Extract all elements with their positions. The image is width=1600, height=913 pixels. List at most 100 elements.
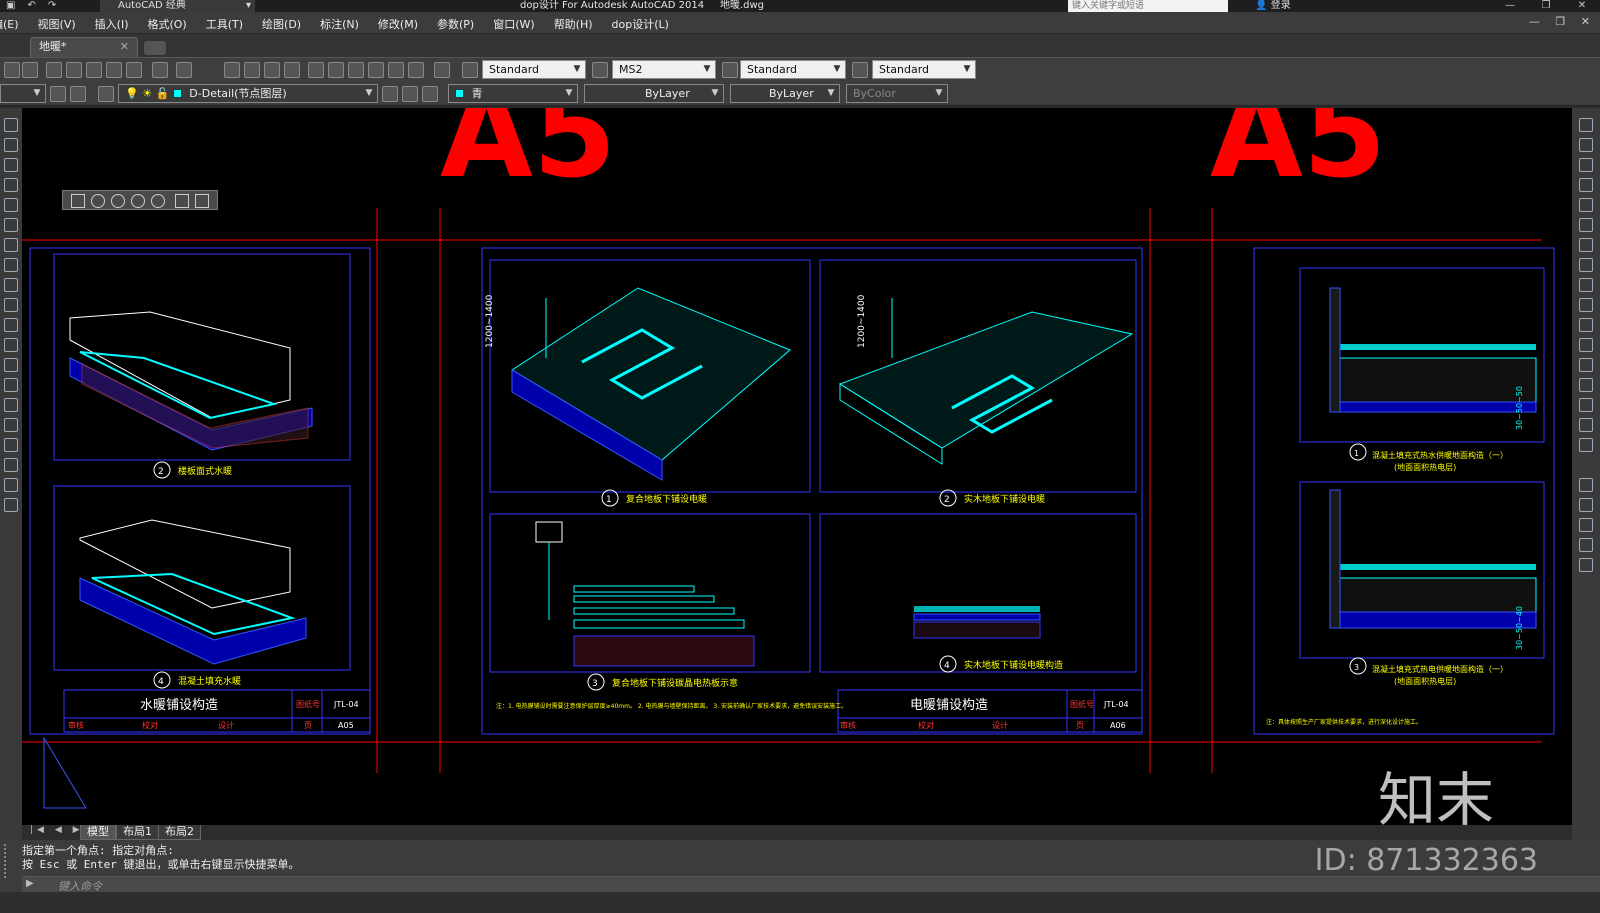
menu-view[interactable]: 视图(V): [38, 16, 76, 32]
tab-layout2[interactable]: 布局2: [158, 825, 201, 840]
join-icon[interactable]: [1579, 358, 1593, 372]
erase-icon[interactable]: [1579, 118, 1593, 132]
hatch-icon[interactable]: [4, 398, 18, 412]
text-front-icon[interactable]: [1579, 538, 1593, 552]
multileader-style-select[interactable]: Standard ▼: [872, 60, 976, 79]
login-button[interactable]: 👤 登录: [1255, 0, 1291, 12]
ellipse-icon[interactable]: [4, 298, 18, 312]
view-icon[interactable]: [131, 194, 145, 208]
sheet-set-icon[interactable]: [368, 62, 384, 78]
rectangle-icon[interactable]: [4, 198, 18, 212]
stretch-icon[interactable]: [1579, 278, 1593, 292]
menu-dop[interactable]: dop设计(L): [612, 16, 669, 32]
tab-layout1[interactable]: 布局1: [116, 825, 159, 840]
command-window-grip[interactable]: [4, 844, 18, 878]
copy-icon[interactable]: [66, 62, 82, 78]
gear-icon[interactable]: [50, 86, 66, 102]
search-input[interactable]: 键入关键字或短语: [1068, 0, 1228, 12]
close-icon[interactable]: ✕: [120, 38, 129, 56]
move-icon[interactable]: [1579, 218, 1593, 232]
command-input[interactable]: ▶ 键入命令: [22, 876, 1600, 893]
tab-model[interactable]: 模型: [80, 825, 116, 840]
calculator-icon[interactable]: [408, 62, 424, 78]
open-icon[interactable]: [22, 62, 38, 78]
properties-icon[interactable]: [308, 62, 324, 78]
menu-window[interactable]: 窗口(W): [493, 16, 534, 32]
menu-parametric[interactable]: 参数(P): [437, 16, 474, 32]
polyline-icon[interactable]: [4, 158, 18, 172]
view-select[interactable]: ▼: [0, 84, 46, 103]
explode-icon[interactable]: [1579, 438, 1593, 452]
construction-line-icon[interactable]: [4, 138, 18, 152]
revision-cloud-icon[interactable]: [4, 258, 18, 272]
offset-icon[interactable]: [1579, 178, 1593, 192]
break-icon[interactable]: [1579, 338, 1593, 352]
draworder-icon[interactable]: [1579, 478, 1593, 492]
maximize-button[interactable]: ❐: [1528, 0, 1564, 12]
text-style-select[interactable]: Standard ▼: [482, 60, 586, 79]
make-current-icon[interactable]: [382, 86, 398, 102]
tab-document[interactable]: 地暖* ✕: [30, 37, 138, 57]
help-icon[interactable]: [434, 62, 450, 78]
line-icon[interactable]: [4, 118, 18, 132]
close-button[interactable]: ✕: [1564, 0, 1600, 12]
command-prompt-icon[interactable]: ▶: [26, 878, 34, 889]
menu-edit[interactable]: 编(E): [0, 16, 19, 32]
lineweight-select[interactable]: ByLayer ▼: [730, 84, 840, 103]
ellipse-arc-icon[interactable]: [4, 318, 18, 332]
dim-style-select[interactable]: MS2 ▼: [612, 60, 716, 79]
zoom-previous-icon[interactable]: [284, 62, 300, 78]
point-icon[interactable]: [4, 378, 18, 392]
new-tab-button[interactable]: [144, 41, 166, 55]
insert-block-icon[interactable]: [4, 338, 18, 352]
drawing-canvas[interactable]: A5 A5 2 楼板面式水暖 4 混凝土填充水暖 水暖铺设构造 图纸号 JTL-…: [22, 108, 1572, 840]
polygon-icon[interactable]: [4, 178, 18, 192]
table-icon[interactable]: [4, 458, 18, 472]
redo-icon[interactable]: [176, 62, 192, 78]
color-select[interactable]: 青 ▼: [448, 84, 578, 103]
table-style-select[interactable]: Standard ▼: [740, 60, 846, 79]
view-icon[interactable]: [111, 194, 125, 208]
menu-insert[interactable]: 插入(I): [95, 16, 129, 32]
save-icon[interactable]: ▣: [6, 0, 15, 12]
multiline-text-icon[interactable]: [4, 478, 18, 492]
hatch-back-icon[interactable]: [1579, 558, 1593, 572]
workspace-switcher[interactable]: AutoCAD 经典 ▾: [100, 0, 255, 12]
trim-icon[interactable]: [1579, 298, 1593, 312]
new-icon[interactable]: [4, 62, 20, 78]
markup-icon[interactable]: [388, 62, 404, 78]
undo-icon[interactable]: ↶: [27, 0, 35, 12]
tool-palettes-icon[interactable]: [348, 62, 364, 78]
extend-icon[interactable]: [1579, 318, 1593, 332]
zoom-realtime-icon[interactable]: [244, 62, 260, 78]
cut-icon[interactable]: [46, 62, 62, 78]
copy-icon[interactable]: [1579, 138, 1593, 152]
add-selected-icon[interactable]: [4, 498, 18, 512]
make-block-icon[interactable]: [4, 358, 18, 372]
zoom-window-icon[interactable]: [264, 62, 280, 78]
linetype-select[interactable]: ByLayer ▼: [584, 84, 724, 103]
minimize-button[interactable]: —: [1492, 0, 1528, 12]
layer-states-icon[interactable]: [422, 86, 438, 102]
menu-draw[interactable]: 绘图(D): [262, 16, 301, 32]
spline-icon[interactable]: [4, 278, 18, 292]
draworder-back-icon[interactable]: [1579, 518, 1593, 532]
layer-previous-icon[interactable]: [402, 86, 418, 102]
rotate-icon[interactable]: [1579, 238, 1593, 252]
view-icon[interactable]: [151, 194, 165, 208]
draworder-front-icon[interactable]: [1579, 498, 1593, 512]
menu-modify[interactable]: 修改(M): [378, 16, 418, 32]
chamfer-icon[interactable]: [1579, 378, 1593, 392]
scale-icon[interactable]: [1579, 258, 1593, 272]
fillet-icon[interactable]: [1579, 398, 1593, 412]
menu-format[interactable]: 格式(O): [147, 16, 186, 32]
view-icon[interactable]: [195, 194, 209, 208]
layer-select[interactable]: 💡 ☀ 🔓 D-Detail(节点图层) ▼: [118, 84, 378, 103]
menu-dimension[interactable]: 标注(N): [320, 16, 359, 32]
view-icon[interactable]: [91, 194, 105, 208]
arc-icon[interactable]: [4, 218, 18, 232]
menu-tools[interactable]: 工具(T): [206, 16, 243, 32]
doc-window-controls[interactable]: — ❐ ✕: [1529, 15, 1596, 28]
view-icon[interactable]: [175, 194, 189, 208]
workspace-icon[interactable]: [70, 86, 86, 102]
